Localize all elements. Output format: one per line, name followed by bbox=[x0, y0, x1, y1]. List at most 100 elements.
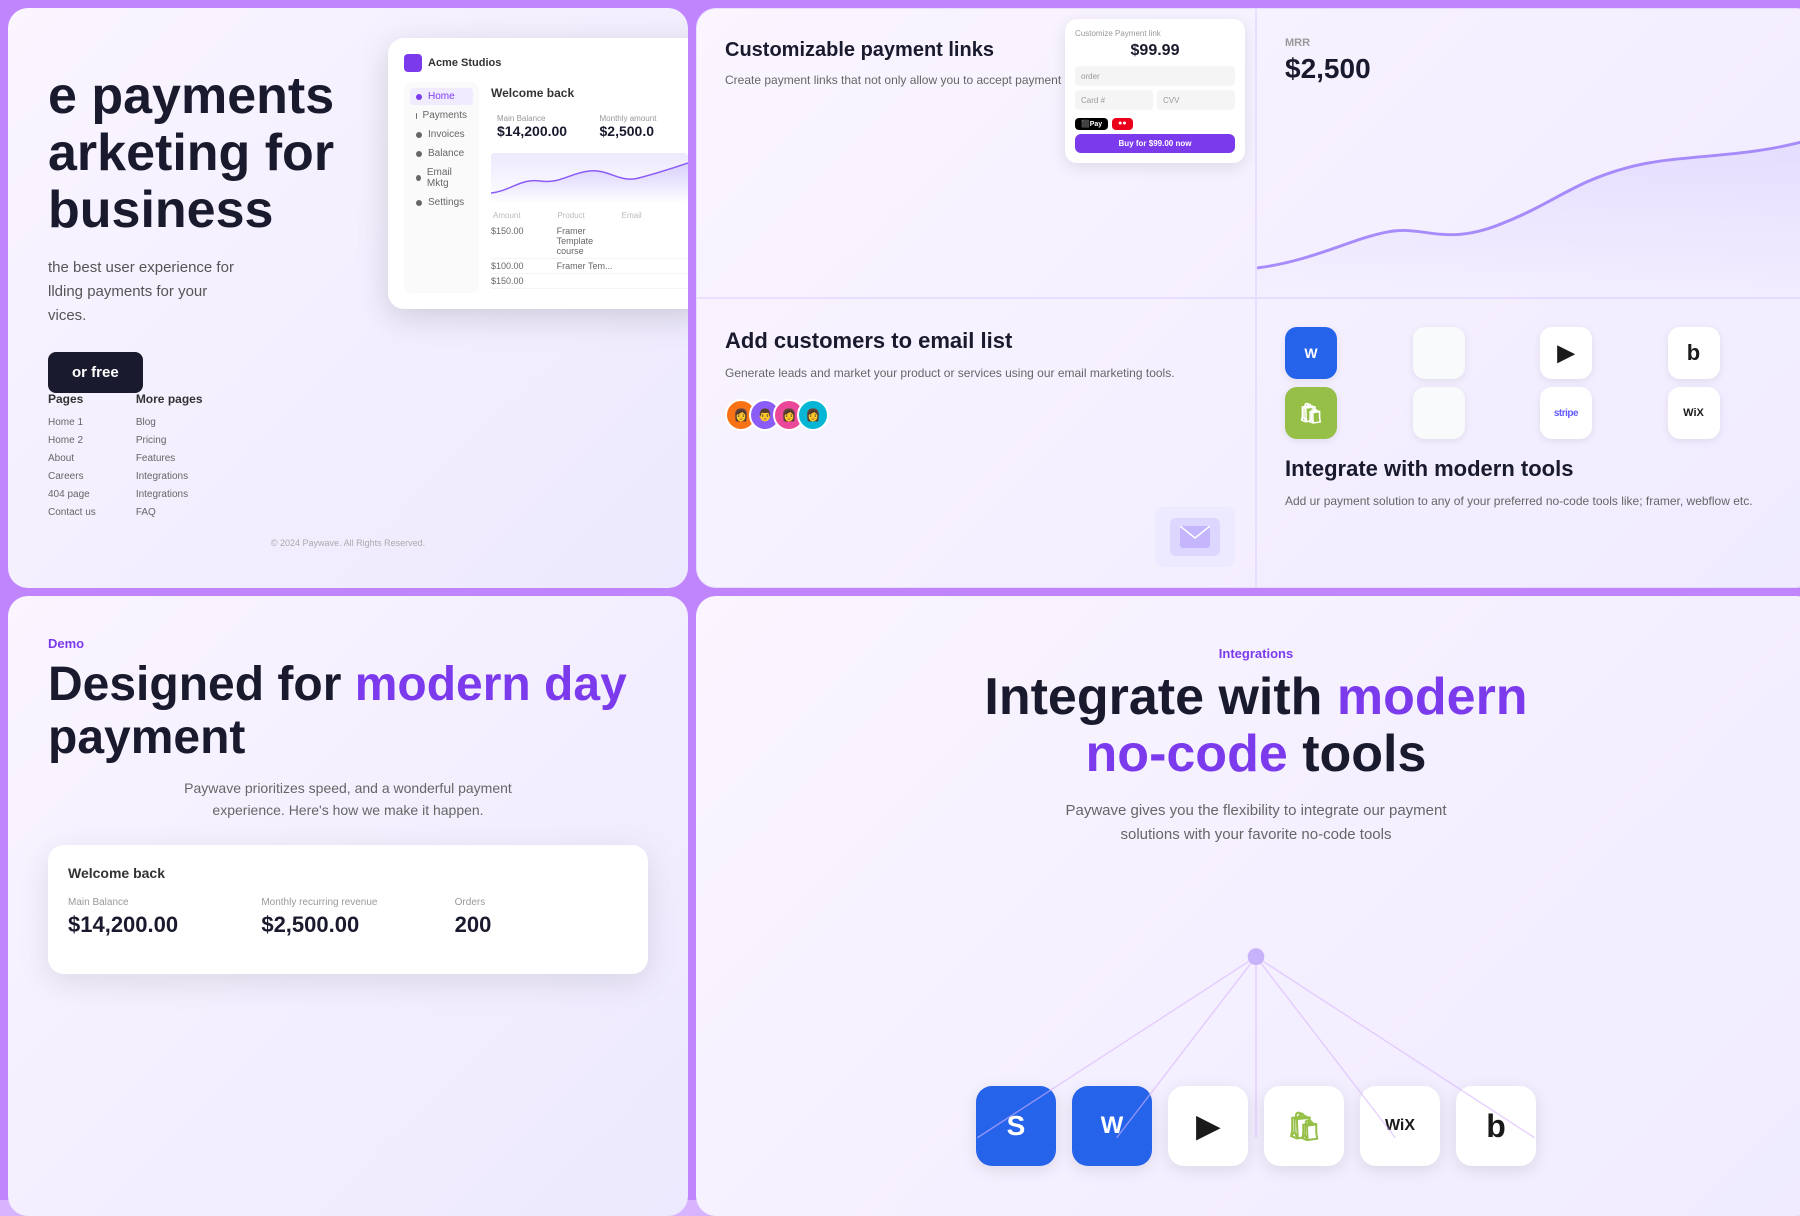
dash-welcome: Welcome back bbox=[491, 86, 688, 100]
demo-balance-label: Main Balance bbox=[68, 897, 241, 908]
monthly-value: $2,500.0 bbox=[600, 123, 683, 139]
nav-about[interactable]: About bbox=[48, 450, 96, 468]
nav-contact[interactable]: Contact us bbox=[48, 504, 96, 522]
panel-bottom-right: Integrations Integrate with modern no-co… bbox=[696, 596, 1800, 1216]
nav-columns: Pages Home 1 Home 2 About Careers 404 pa… bbox=[48, 392, 648, 522]
nav-faq[interactable]: FAQ bbox=[136, 504, 203, 522]
dash-nav-balance[interactable]: Balance bbox=[410, 145, 473, 162]
customize-label: Customize Payment link bbox=[1075, 29, 1235, 38]
pages-list: Home 1 Home 2 About Careers 404 page Con… bbox=[48, 414, 96, 522]
nav-features[interactable]: Features bbox=[136, 450, 203, 468]
balance-stat: Main Balance $14,200.00 bbox=[491, 108, 586, 145]
payment-links-panel: Customizable payment links Create paymen… bbox=[696, 8, 1256, 298]
framer-logo: ▶ bbox=[1540, 327, 1592, 379]
dashboard-mockup: Acme Studios Home Payments Invoices Bala… bbox=[388, 38, 688, 309]
integrations-section-label: Integrations bbox=[1219, 646, 1293, 661]
mrr-chart bbox=[1257, 124, 1800, 297]
buy-button[interactable]: Buy for $99.00 now bbox=[1075, 134, 1235, 153]
integrations-nocode: no-code bbox=[1086, 725, 1288, 783]
demo-orders-label: Orders bbox=[455, 897, 628, 908]
payment-price: $99.99 bbox=[1075, 42, 1235, 60]
nav-404[interactable]: 404 page bbox=[48, 486, 96, 504]
dash-nav-invoices[interactable]: Invoices bbox=[410, 126, 473, 143]
demo-welcome: Welcome back bbox=[68, 865, 628, 881]
nav-pricing[interactable]: Pricing bbox=[136, 432, 203, 450]
demo-label: Demo bbox=[48, 636, 648, 651]
demo-balance-value: $14,200.00 bbox=[68, 912, 241, 938]
integration-diagram: S W ▶ 🛍 WiX b bbox=[746, 887, 1766, 1166]
webflow-logo: W bbox=[1285, 327, 1337, 379]
customer-avatars: 👩 👨 👩 👩 bbox=[725, 399, 1227, 431]
pages-title: Pages bbox=[48, 392, 96, 406]
dash-main: Welcome back Main Balance $14,200.00 Mon… bbox=[487, 82, 688, 293]
dash-nav-payments[interactable]: Payments bbox=[410, 107, 473, 124]
card-number-field[interactable]: Card # bbox=[1075, 90, 1153, 110]
demo-monthly-value: $2,500.00 bbox=[261, 912, 434, 938]
footer-nav: Pages Home 1 Home 2 About Careers 404 pa… bbox=[48, 392, 648, 548]
cta-button[interactable]: or free bbox=[48, 352, 143, 393]
cvv-field[interactable]: CVV bbox=[1157, 90, 1235, 110]
payment-card-fields: Card # CVV bbox=[1075, 90, 1235, 114]
demo-dashboard: Welcome back Main Balance $14,200.00 Mon… bbox=[48, 845, 648, 974]
nav-integrations1[interactable]: Integrations bbox=[136, 468, 203, 486]
demo-monthly-label: Monthly recurring revenue bbox=[261, 897, 434, 908]
orders-header: Amount Product Email bbox=[491, 211, 688, 220]
dash-chart bbox=[491, 153, 688, 203]
copyright: © 2024 Paywave. All Rights Reserved. bbox=[48, 538, 648, 548]
integrations-title: Integrate with modern no-code tools bbox=[984, 669, 1527, 783]
more-pages-title: More pages bbox=[136, 392, 203, 406]
dash-layout: Home Payments Invoices Balance Email Mkt… bbox=[404, 82, 688, 293]
order-row-1: $150.00Framer Template course bbox=[491, 224, 688, 259]
demo-balance-stat: Main Balance $14,200.00 bbox=[68, 897, 241, 938]
hero-subtitle: the best user experience forllding payme… bbox=[48, 256, 328, 328]
wix-logo: WiX bbox=[1668, 387, 1720, 439]
nav-integrations2[interactable]: Integrations bbox=[136, 486, 203, 504]
payment-field-order: order bbox=[1075, 66, 1235, 86]
demo-title: Designed for modern day payment bbox=[48, 659, 648, 765]
panel-bottom-left: Demo Designed for modern day payment Pay… bbox=[8, 596, 688, 1216]
panel-top-right: Customizable payment links Create paymen… bbox=[696, 8, 1800, 588]
payment-methods: ⬛Pay ●● bbox=[1075, 118, 1235, 130]
tool-logos: W ▶ b 🛍 stripe WiX bbox=[1285, 327, 1787, 439]
dash-nav-home[interactable]: Home bbox=[410, 88, 473, 105]
connection-lines bbox=[746, 887, 1766, 1166]
dash-nav-settings[interactable]: Settings bbox=[410, 194, 473, 211]
monthly-stat: Monthly amount $2,500.0 bbox=[594, 108, 689, 145]
balance-value: $14,200.00 bbox=[497, 123, 580, 139]
integrate-title: Integrate with modern tools bbox=[1285, 455, 1787, 484]
demo-subtitle: Paywave prioritizes speed, and a wonderf… bbox=[178, 777, 518, 822]
dash-sidebar: Home Payments Invoices Balance Email Mkt… bbox=[404, 82, 479, 293]
integrate-panel: W ▶ b 🛍 stripe WiX Integrate with modern… bbox=[1256, 298, 1800, 588]
panel-top-left: e paymentsarketing forbusiness the best … bbox=[8, 8, 688, 588]
nav-home1[interactable]: Home 1 bbox=[48, 414, 96, 432]
integrations-subtitle: Paywave gives you the flexibility to int… bbox=[1056, 799, 1456, 847]
nav-home2[interactable]: Home 2 bbox=[48, 432, 96, 450]
empty-logo-2 bbox=[1413, 387, 1465, 439]
monthly-label: Monthly amount bbox=[600, 114, 683, 123]
integrate-desc: Add ur payment solution to any of your p… bbox=[1285, 492, 1787, 511]
main-grid: e paymentsarketing forbusiness the best … bbox=[0, 0, 1800, 1200]
avatar-4: 👩 bbox=[797, 399, 829, 431]
mastercard-icon: ●● bbox=[1112, 118, 1132, 130]
mrr-label: MRR bbox=[1285, 37, 1787, 49]
order-row-3: $150.00 bbox=[491, 274, 688, 289]
dash-nav-email[interactable]: Email Mktg bbox=[410, 164, 473, 192]
dash-stats: Main Balance $14,200.00 Monthly amount $… bbox=[491, 108, 688, 145]
more-pages-list: Blog Pricing Features Integrations Integ… bbox=[136, 414, 203, 522]
nav-careers[interactable]: Careers bbox=[48, 468, 96, 486]
demo-orders-stat: Orders 200 bbox=[455, 897, 628, 938]
demo-stats: Main Balance $14,200.00 Monthly recurrin… bbox=[68, 897, 628, 938]
empty-logo-1 bbox=[1413, 327, 1465, 379]
mrr-value: $2,500 bbox=[1285, 53, 1787, 85]
demo-orders-value: 200 bbox=[455, 912, 628, 938]
order-row-2: $100.00Framer Tem... bbox=[491, 259, 688, 274]
demo-monthly-stat: Monthly recurring revenue $2,500.00 bbox=[261, 897, 434, 938]
nav-blog[interactable]: Blog bbox=[136, 414, 203, 432]
apple-pay-icon: ⬛Pay bbox=[1075, 118, 1108, 130]
mrr-panel: MRR $2,500 bbox=[1256, 8, 1800, 298]
pages-column: Pages Home 1 Home 2 About Careers 404 pa… bbox=[48, 392, 96, 522]
integrations-modern: modern bbox=[1337, 668, 1528, 726]
dash-header: Acme Studios bbox=[404, 54, 688, 72]
email-envelope bbox=[1170, 518, 1220, 556]
dash-company: Acme Studios bbox=[428, 57, 501, 69]
